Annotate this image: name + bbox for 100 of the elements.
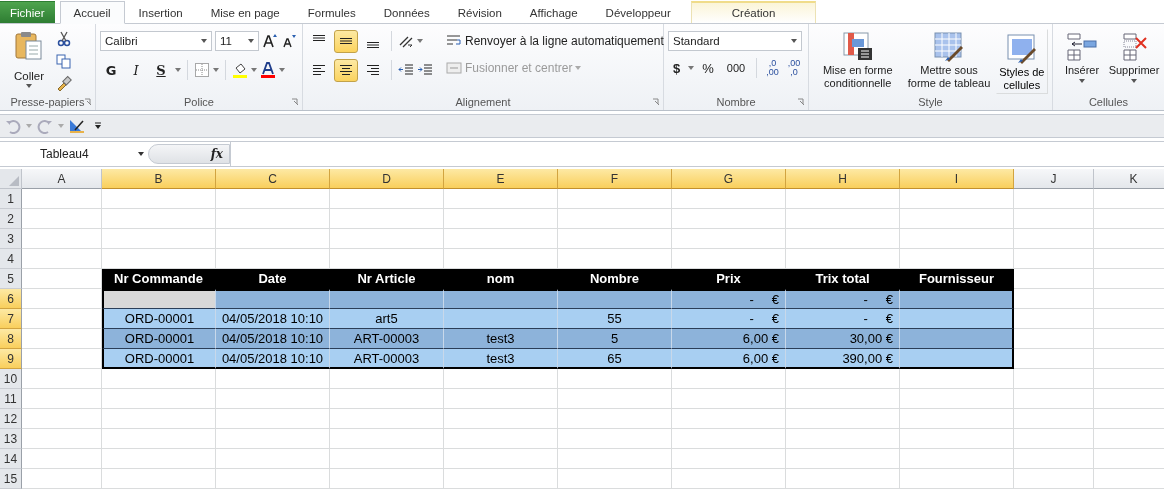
copy-icon[interactable] [56, 53, 72, 69]
row-header[interactable]: 9 [0, 349, 22, 369]
group-label: Nombre [716, 96, 756, 108]
ribbon-tab[interactable]: Accueil [59, 1, 125, 24]
caret-icon [213, 68, 219, 72]
column-header[interactable]: F [558, 169, 672, 189]
paintbrush-icon[interactable] [56, 75, 72, 91]
row-header[interactable]: 6 [0, 289, 22, 309]
currency-button[interactable]: $ [668, 57, 686, 79]
caret-icon [201, 39, 207, 43]
ribbon-tab[interactable]: Affichage [515, 1, 592, 23]
table-header-cell: nom [444, 269, 558, 289]
italic-button[interactable]: I [125, 59, 147, 81]
row-header[interactable]: 3 [0, 229, 22, 249]
table-cell: test3 [444, 329, 558, 349]
column-header[interactable]: H [786, 169, 900, 189]
row-header[interactable]: 12 [0, 409, 22, 429]
insert-button[interactable]: Insérer [1057, 29, 1107, 94]
ribbon-tab[interactable]: Fichier [0, 1, 55, 23]
row-header[interactable]: 8 [0, 329, 22, 349]
horizontal-align-button[interactable] [334, 58, 358, 82]
ribbon-tab[interactable]: Mise en page [196, 1, 294, 23]
caret-icon [417, 39, 423, 43]
format-table-button[interactable]: Mettre sous forme de tableau [902, 29, 996, 94]
table-brush-icon [933, 30, 966, 62]
row-header[interactable]: 1 [0, 189, 22, 209]
group-label: Cellules [1088, 96, 1129, 108]
column-header[interactable]: B [102, 169, 216, 189]
row-header[interactable]: 10 [0, 369, 22, 389]
dialog-launcher-icon[interactable] [84, 98, 92, 106]
caret-icon [575, 66, 582, 70]
font-color-icon[interactable] [260, 62, 276, 78]
align-lines-icon [366, 63, 380, 77]
wrap-text-button[interactable]: Renvoyer à la ligne automatiquement [445, 29, 665, 53]
table-cell: ART-00003 [330, 329, 444, 349]
column-header[interactable]: A [22, 169, 102, 189]
table-cell: - € [786, 289, 900, 309]
fill-color-icon[interactable] [232, 62, 248, 78]
dialog-launcher-icon[interactable] [652, 98, 660, 106]
group-label: Police [184, 96, 214, 108]
caret-icon [1131, 79, 1137, 83]
percent-button[interactable]: % [697, 57, 719, 79]
column-header[interactable]: J [1014, 169, 1094, 189]
row-header[interactable]: 7 [0, 309, 22, 329]
column-header[interactable]: G [672, 169, 786, 189]
bold-button[interactable]: G [100, 59, 122, 81]
column-header[interactable]: I [900, 169, 1014, 189]
ribbon-tab[interactable]: Révision [443, 1, 516, 23]
caret-icon [58, 124, 64, 128]
row-header[interactable]: 13 [0, 429, 22, 449]
caret-icon [248, 39, 254, 43]
paste-button[interactable]: Coller [4, 29, 52, 94]
customize-toolbar-icon[interactable] [94, 122, 102, 130]
table-header-cell: Prix [672, 269, 786, 289]
name-box[interactable]: Tableau4 [0, 143, 148, 165]
row-header[interactable]: 2 [0, 209, 22, 229]
row-header[interactable]: 11 [0, 389, 22, 409]
table-header-cell: Nr Commande [102, 269, 216, 289]
ribbon-tab[interactable]: Formules [293, 1, 370, 23]
table-cell: 04/05/2018 10:10 [216, 329, 330, 349]
underline-button[interactable]: S [150, 59, 172, 81]
table-cell: ORD-00001 [102, 309, 216, 329]
scissors-icon[interactable] [56, 31, 72, 47]
vertical-align-button[interactable] [334, 29, 358, 53]
increase-indent-icon[interactable] [417, 62, 433, 78]
thousands-button[interactable]: 000 [721, 57, 751, 79]
dialog-launcher-icon[interactable] [797, 98, 805, 106]
table-header-cell: Nombre [558, 269, 672, 289]
decrease-indent-icon[interactable] [398, 62, 414, 78]
ribbon-tab[interactable]: Insertion [124, 1, 197, 23]
conditional-format-button[interactable]: Mise en forme conditionnelle [813, 29, 903, 94]
ribbon-tab[interactable]: Données [369, 1, 444, 23]
table-cell: - € [672, 309, 786, 329]
column-header[interactable]: D [330, 169, 444, 189]
column-header[interactable]: K [1094, 169, 1164, 189]
row-header[interactable]: 5 [0, 269, 22, 289]
table-cell: 04/05/2018 10:10 [216, 349, 330, 369]
grow-font-icon[interactable] [262, 33, 278, 49]
table-header-cell: Date [216, 269, 330, 289]
ribbon-tab[interactable]: Développeur [591, 1, 685, 23]
insert-function-button[interactable]: fx [148, 144, 230, 164]
font-family-field[interactable]: Calibri [100, 31, 212, 51]
font-size-field[interactable]: 11 [215, 31, 259, 51]
decrease-decimal-button[interactable]: ,00 ,0 [784, 58, 804, 78]
ruler-pen-icon[interactable] [69, 118, 85, 134]
increase-decimal-button[interactable]: ,0 ,00 [763, 58, 782, 78]
number-format-field[interactable]: Standard [668, 31, 802, 51]
cell-styles-button[interactable]: Styles de cellules [995, 29, 1048, 94]
shrink-font-icon[interactable] [281, 33, 297, 49]
row-header[interactable]: 15 [0, 469, 22, 489]
row-header[interactable]: 4 [0, 249, 22, 269]
table-header-cell: Nr Article [330, 269, 444, 289]
column-header[interactable]: E [444, 169, 558, 189]
column-header[interactable]: C [216, 169, 330, 189]
insert-cells-icon [1066, 30, 1098, 62]
ribbon-tab[interactable]: Création [690, 1, 817, 23]
table-cell: 55 [558, 309, 672, 329]
row-header[interactable]: 14 [0, 449, 22, 469]
dialog-launcher-icon[interactable] [291, 98, 299, 106]
delete-button[interactable]: Supprimer [1109, 29, 1159, 94]
